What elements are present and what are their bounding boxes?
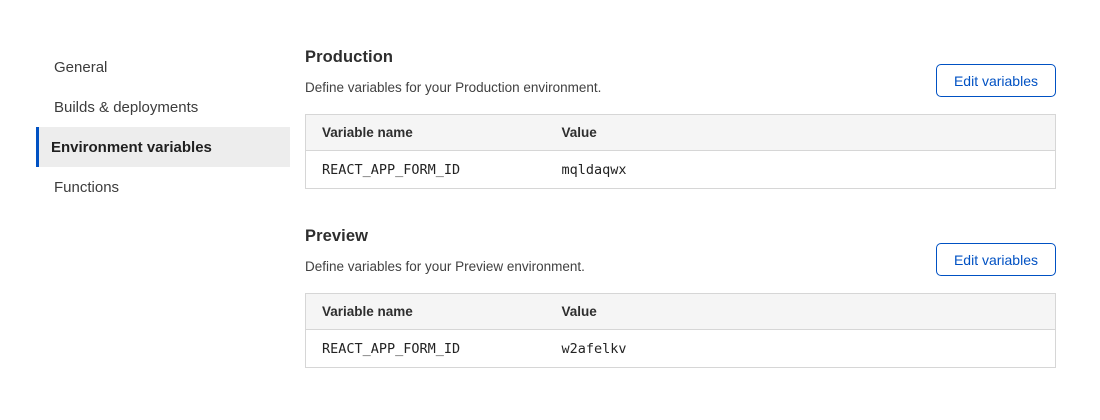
sidebar-item-builds-deployments[interactable]: Builds & deployments [36,87,290,127]
environment-variables-panel: Production Define variables for your Pro… [305,48,1056,368]
variable-name-cell: REACT_APP_FORM_ID [306,151,546,189]
settings-sidebar: General Builds & deployments Environment… [36,47,290,207]
preview-variables-table: Variable name Value REACT_APP_FORM_ID w2… [305,293,1056,368]
production-section: Production Define variables for your Pro… [305,48,1056,189]
sidebar-item-environment-variables[interactable]: Environment variables [36,127,290,167]
variable-name-cell: REACT_APP_FORM_ID [306,330,546,368]
table-row: REACT_APP_FORM_ID mqldaqwx [306,151,1056,189]
preview-edit-variables-button[interactable]: Edit variables [936,243,1056,276]
variable-name-column-header: Variable name [306,115,546,151]
preview-section: Preview Define variables for your Previe… [305,227,1056,368]
sidebar-item-general[interactable]: General [36,47,290,87]
sidebar-item-functions[interactable]: Functions [36,167,290,207]
variable-value-cell: mqldaqwx [546,151,1056,189]
table-header-row: Variable name Value [306,115,1056,151]
table-row: REACT_APP_FORM_ID w2afelkv [306,330,1056,368]
value-column-header: Value [546,115,1056,151]
production-edit-variables-button[interactable]: Edit variables [936,64,1056,97]
production-variables-table: Variable name Value REACT_APP_FORM_ID mq… [305,114,1056,189]
variable-name-column-header: Variable name [306,294,546,330]
variable-value-cell: w2afelkv [546,330,1056,368]
table-header-row: Variable name Value [306,294,1056,330]
value-column-header: Value [546,294,1056,330]
